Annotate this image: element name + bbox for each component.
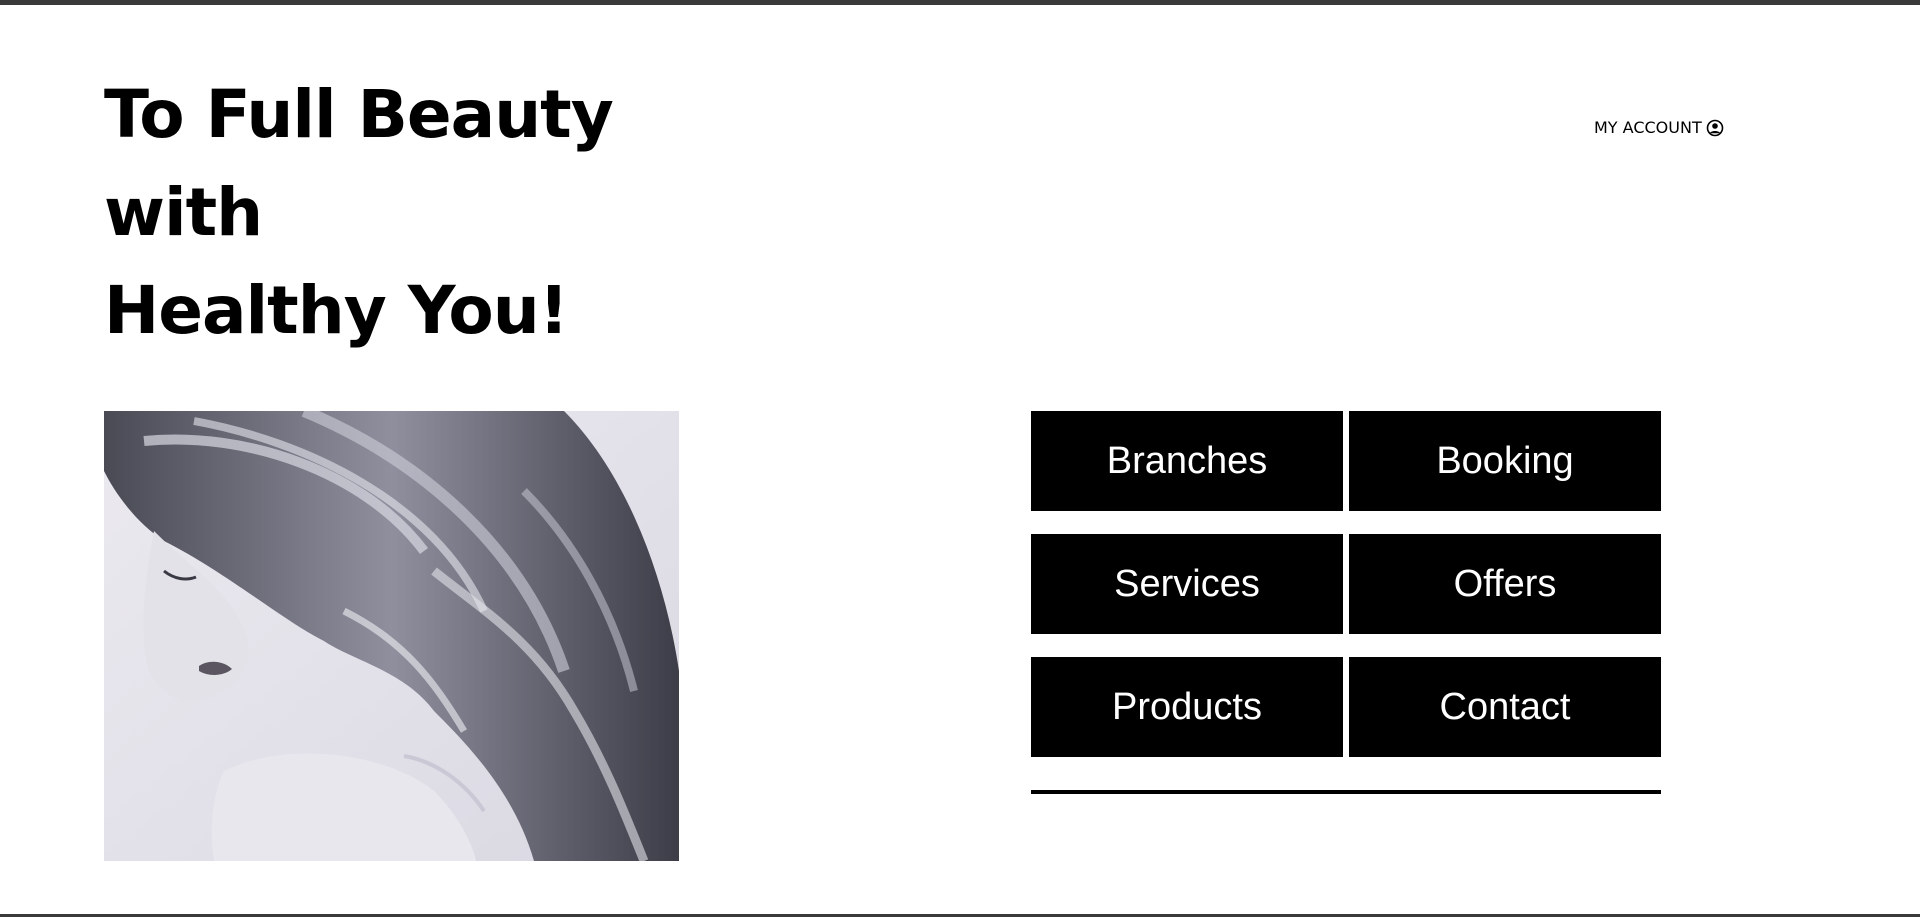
main-nav: Branches Booking Services Offers Product… <box>1031 411 1661 757</box>
nav-products-button[interactable]: Products <box>1031 657 1343 757</box>
hair-model-photo <box>104 411 679 861</box>
nav-services-button[interactable]: Services <box>1031 534 1343 634</box>
nav-offers-button[interactable]: Offers <box>1349 534 1661 634</box>
my-account-link[interactable]: MY ACCOUNT <box>1594 118 1724 137</box>
nav-divider <box>1031 790 1661 794</box>
hero-title: To Full Beauty with Healthy You! <box>104 66 614 360</box>
my-account-label: MY ACCOUNT <box>1594 118 1702 137</box>
user-circle-icon <box>1706 119 1724 137</box>
nav-contact-button[interactable]: Contact <box>1349 657 1661 757</box>
hero-title-line-2: with <box>104 174 263 251</box>
nav-branches-button[interactable]: Branches <box>1031 411 1343 511</box>
nav-booking-button[interactable]: Booking <box>1349 411 1661 511</box>
hero-title-line-1: To Full Beauty <box>104 76 614 153</box>
top-border <box>0 0 1920 5</box>
hero-title-line-3: Healthy You! <box>104 272 569 349</box>
